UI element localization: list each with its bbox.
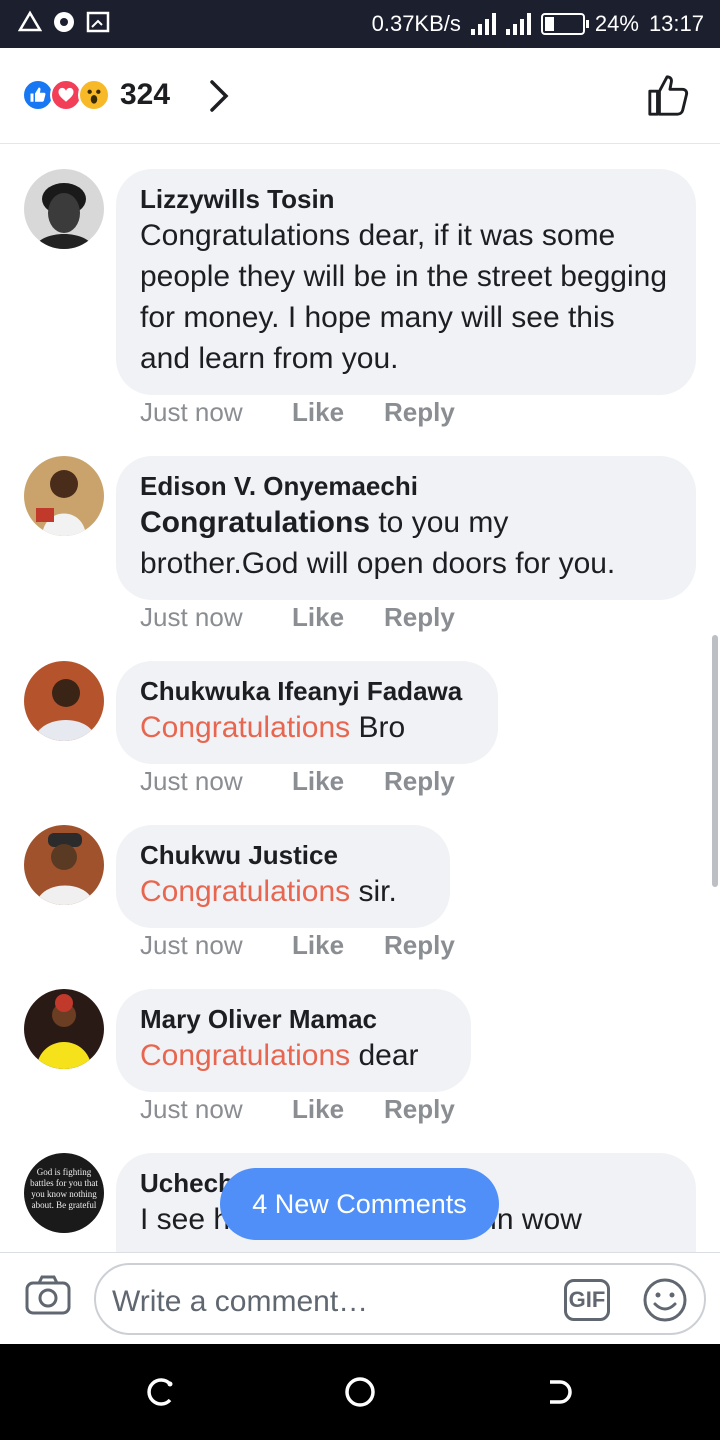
comment-bubble[interactable]: Chukwuka Ifeanyi Fadawa Congratulations … xyxy=(116,661,498,764)
status-left-icons xyxy=(18,10,110,34)
comment-text-segment: sir. xyxy=(350,875,397,908)
comment-text-segment: Congratulations dear, if it was some peo… xyxy=(140,219,668,375)
comment-time: Just now xyxy=(140,766,243,796)
browser-icon xyxy=(54,12,74,32)
reply-button[interactable]: Reply xyxy=(384,766,455,797)
comment-time: Just now xyxy=(140,930,243,960)
highlighted-word: Congratulations xyxy=(140,875,351,908)
comment-time: Just now xyxy=(140,397,243,427)
emoji-icon[interactable] xyxy=(642,1277,688,1323)
scrollbar[interactable] xyxy=(712,635,718,887)
network-speed: 0.37KB/s xyxy=(371,11,461,36)
reaction-header: 324 xyxy=(0,48,720,144)
comment-time: Just now xyxy=(140,602,243,632)
comment-text-segment: dear xyxy=(350,1039,419,1072)
screenshot-icon xyxy=(86,11,110,33)
comment-time: Just now xyxy=(140,1094,243,1124)
comment-actions: Just now Like Reply xyxy=(140,766,455,797)
back-icon[interactable] xyxy=(544,1376,576,1408)
comment-actions: Just now Like Reply xyxy=(140,930,455,961)
recents-icon[interactable] xyxy=(144,1376,176,1408)
clock: 13:17 xyxy=(648,11,704,36)
comment-author[interactable]: Mary Oliver Mamac xyxy=(140,1003,447,1035)
reaction-count: 324 xyxy=(120,78,171,111)
comment-text: Congratulations dear xyxy=(140,1035,447,1076)
comment-author[interactable]: Chukwuka Ifeanyi Fadawa xyxy=(140,675,474,707)
wow-reaction-icon xyxy=(78,79,110,111)
comment-text: Congratulations to you my brother.God wi… xyxy=(140,502,672,584)
comment-actions: Just now Like Reply xyxy=(140,397,455,428)
comment-text-segment: Bro xyxy=(350,711,406,744)
avatar[interactable] xyxy=(24,456,104,536)
reaction-summary[interactable]: 324 xyxy=(22,78,170,112)
like-button[interactable]: Like xyxy=(292,1094,384,1125)
comment-bubble[interactable]: Lizzywills Tosin Congratulations dear, i… xyxy=(116,169,696,395)
status-bar: 0.37KB/s 24% 13:17 xyxy=(0,0,720,48)
battery-icon xyxy=(540,13,589,35)
alert-triangle-icon xyxy=(18,10,42,32)
comment-bubble[interactable]: Chukwu Justice Congratulations sir. xyxy=(116,825,450,928)
like-post-button[interactable] xyxy=(646,72,692,118)
like-button[interactable]: Like xyxy=(292,397,384,428)
status-right: 0.37KB/s 24% 13:17 xyxy=(372,0,704,48)
signal-icon xyxy=(470,13,496,35)
comment-bubble[interactable]: Mary Oliver Mamac Congratulations dear xyxy=(116,989,471,1092)
highlighted-word: Congratulations xyxy=(140,1039,351,1072)
comment-text: Congratulations Bro xyxy=(140,707,474,748)
comment-author[interactable]: Edison V. Onyemaechi xyxy=(140,470,672,502)
comment-input-placeholder: Write a comment… xyxy=(112,1285,369,1318)
avatar-quote-text: God is fighting battles for you that you… xyxy=(30,1167,98,1210)
comment-actions: Just now Like Reply xyxy=(140,1094,455,1125)
reply-button[interactable]: Reply xyxy=(384,930,455,961)
comment-actions: Just now Like Reply xyxy=(140,602,455,633)
like-button[interactable]: Like xyxy=(292,930,384,961)
like-button[interactable]: Like xyxy=(292,766,384,797)
comment-text: Congratulations dear, if it was some peo… xyxy=(140,215,672,379)
comment-input[interactable]: Write a comment… GIF xyxy=(94,1263,706,1335)
highlighted-word: Congratulations xyxy=(140,506,370,539)
comment-author[interactable]: Lizzywills Tosin xyxy=(140,183,672,215)
gif-button[interactable]: GIF xyxy=(564,1279,610,1321)
new-comments-button[interactable]: 4 New Comments xyxy=(220,1168,499,1240)
avatar[interactable]: God is fighting battles for you that you… xyxy=(24,1153,104,1233)
reply-button[interactable]: Reply xyxy=(384,602,455,633)
reply-button[interactable]: Reply xyxy=(384,397,455,428)
avatar[interactable] xyxy=(24,661,104,741)
avatar[interactable] xyxy=(24,989,104,1069)
comment-list: Lizzywills Tosin Congratulations dear, i… xyxy=(0,145,720,1252)
like-button[interactable]: Like xyxy=(292,602,384,633)
comment-author[interactable]: Chukwu Justice xyxy=(140,839,426,871)
camera-icon[interactable] xyxy=(24,1273,72,1317)
home-icon[interactable] xyxy=(344,1376,376,1408)
battery-percent: 24% xyxy=(594,11,639,36)
comment-bubble[interactable]: Edison V. Onyemaechi Congratulations to … xyxy=(116,456,696,600)
signal-icon-2 xyxy=(505,13,531,35)
reply-button[interactable]: Reply xyxy=(384,1094,455,1125)
comment-text: Congratulations sir. xyxy=(140,871,426,912)
comment-composer: Write a comment… GIF xyxy=(0,1252,720,1344)
highlighted-word: Congratulations xyxy=(140,711,351,744)
avatar[interactable] xyxy=(24,169,104,249)
system-nav-bar xyxy=(0,1344,720,1440)
chevron-right-icon[interactable] xyxy=(200,76,240,116)
avatar[interactable] xyxy=(24,825,104,905)
